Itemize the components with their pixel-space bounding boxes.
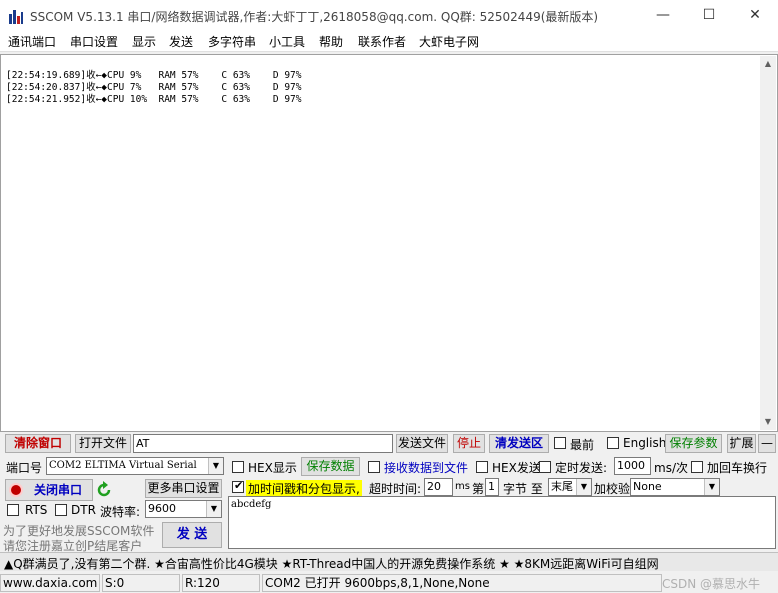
receive-area[interactable]: [22:54:19.689]收←◆CPU 9% RAM 57% C 63% D … bbox=[0, 54, 778, 432]
close-port-button[interactable]: 关闭串口 bbox=[5, 479, 93, 501]
byte-suffix: 字节 至 bbox=[503, 482, 543, 496]
checksum-select[interactable]: None ▼ bbox=[630, 478, 720, 496]
byte-prefix: 第 bbox=[472, 482, 485, 496]
menu-contact-author[interactable]: 联系作者 bbox=[358, 33, 406, 50]
english-checkbox[interactable] bbox=[607, 437, 619, 449]
chevron-down-icon: ▼ bbox=[206, 501, 221, 517]
close-port-label: 关闭串口 bbox=[33, 483, 82, 497]
expand-button[interactable]: 扩展 bbox=[727, 434, 756, 453]
send-input[interactable]: abcdefg bbox=[228, 496, 776, 549]
menu-comm-port[interactable]: 通讯端口 bbox=[8, 33, 56, 50]
file-path-input[interactable]: AT bbox=[133, 434, 393, 453]
chevron-down-icon: ▼ bbox=[704, 479, 719, 495]
menu-serial-settings[interactable]: 串口设置 bbox=[70, 33, 118, 50]
scroll-up-icon[interactable]: ▲ bbox=[760, 56, 776, 72]
checksum-label: 加校验 bbox=[594, 482, 631, 496]
clear-send-button[interactable]: 清发送区 bbox=[489, 434, 549, 453]
port-select-value: COM2 ELTIMA Virtual Serial bbox=[49, 460, 197, 471]
timeout-input[interactable]: 20 bbox=[424, 478, 453, 496]
dtr-checkbox[interactable] bbox=[55, 504, 67, 516]
menu-multi-string[interactable]: 多字符串 bbox=[208, 33, 256, 50]
more-settings-button[interactable]: 更多串口设置 bbox=[145, 479, 222, 498]
end-select-value: 末尾 bbox=[551, 480, 573, 493]
dtr-label: DTR bbox=[71, 503, 96, 517]
port-status-icon bbox=[9, 483, 23, 497]
hex-display-checkbox[interactable] bbox=[232, 461, 244, 473]
chevron-down-icon: ▼ bbox=[576, 479, 591, 495]
hex-display-label: HEX显示 bbox=[248, 461, 297, 475]
send-button[interactable]: 发 送 bbox=[162, 522, 222, 548]
status-bar: www.daxia.com S:0 R:120 COM2 已打开 9600bps… bbox=[0, 573, 778, 593]
baud-label: 波特率: bbox=[100, 505, 141, 519]
send-text: abcdefg bbox=[231, 499, 272, 510]
timestamp-label: 加时间戳和分包显示, bbox=[246, 480, 362, 497]
menu-help[interactable]: 帮助 bbox=[319, 33, 343, 50]
app-icon bbox=[9, 10, 23, 24]
clear-window-button[interactable]: 清除窗口 bbox=[5, 434, 71, 453]
receive-line: [22:54:21.952]收←◆CPU 10% RAM 57% C 63% D… bbox=[6, 94, 302, 105]
chevron-down-icon: ▼ bbox=[208, 458, 223, 474]
promo-marquee: ▲Q群满员了,没有第二个群. ★合宙高性价比4G模块 ★RT-Thread中国人… bbox=[0, 552, 778, 571]
send-file-button[interactable]: 发送文件 bbox=[396, 434, 448, 453]
promo-marquee-text: ▲Q群满员了,没有第二个群. ★合宙高性价比4G模块 ★RT-Thread中国人… bbox=[4, 557, 659, 571]
collapse-button[interactable]: — bbox=[758, 434, 776, 453]
recv-to-file-label: 接收数据到文件 bbox=[384, 461, 469, 475]
menu-tools[interactable]: 小工具 bbox=[269, 33, 305, 50]
title-bar: SSCOM V5.13.1 串口/网络数据调试器,作者:大虾丁丁,2618058… bbox=[0, 0, 778, 31]
timed-send-label: 定时发送: bbox=[555, 461, 608, 475]
menu-display[interactable]: 显示 bbox=[132, 33, 156, 50]
received-count: R:120 bbox=[182, 574, 260, 592]
interval-unit: ms/次 bbox=[654, 461, 688, 475]
checksum-select-value: None bbox=[633, 480, 662, 493]
port-status-text: COM2 已打开 9600bps,8,1,None,None bbox=[262, 574, 662, 592]
port-select[interactable]: COM2 ELTIMA Virtual Serial ▼ bbox=[46, 457, 224, 475]
menu-daxia-site[interactable]: 大虾电子网 bbox=[419, 33, 479, 50]
timestamp-checkbox[interactable]: ✔ bbox=[232, 479, 244, 493]
watermark: CSDN @慕思水牛 bbox=[662, 577, 761, 591]
english-label: English bbox=[623, 436, 667, 450]
byte-start-input[interactable]: 1 bbox=[485, 478, 499, 496]
sent-count: S:0 bbox=[102, 574, 180, 592]
check-icon: ✔ bbox=[234, 479, 244, 492]
close-button[interactable]: ✕ bbox=[732, 0, 778, 31]
rts-checkbox[interactable] bbox=[7, 504, 19, 516]
interval-input[interactable]: 1000 bbox=[614, 457, 651, 475]
end-select[interactable]: 末尾 ▼ bbox=[548, 478, 592, 496]
topmost-label: 最前 bbox=[570, 438, 595, 452]
receive-scrollbar[interactable]: ▲ ▼ bbox=[760, 56, 776, 430]
hex-send-label: HEX发送 bbox=[492, 461, 541, 475]
rts-label: RTS bbox=[25, 503, 48, 517]
hex-send-checkbox[interactable] bbox=[476, 461, 488, 473]
window-title: SSCOM V5.13.1 串口/网络数据调试器,作者:大虾丁丁,2618058… bbox=[30, 10, 599, 24]
timeout-unit: ms bbox=[455, 481, 470, 492]
timeout-label: 超时时间: bbox=[369, 482, 422, 496]
recv-to-file-checkbox[interactable] bbox=[368, 461, 380, 473]
minimize-button[interactable]: — bbox=[640, 0, 686, 31]
menu-send[interactable]: 发送 bbox=[169, 33, 193, 50]
add-crlf-label: 加回车换行 bbox=[707, 461, 768, 475]
save-params-button[interactable]: 保存参数 bbox=[665, 434, 722, 453]
scroll-down-icon[interactable]: ▼ bbox=[760, 414, 776, 430]
open-file-button[interactable]: 打开文件 bbox=[75, 434, 131, 453]
maximize-button[interactable]: ☐ bbox=[686, 0, 732, 31]
baud-select-value: 9600 bbox=[148, 502, 176, 515]
add-crlf-checkbox[interactable] bbox=[691, 461, 703, 473]
menu-bar: 通讯端口 串口设置 显示 发送 多字符串 小工具 帮助 联系作者 大虾电子网 bbox=[0, 31, 778, 52]
timed-send-checkbox[interactable] bbox=[539, 461, 551, 473]
refresh-icon[interactable] bbox=[96, 481, 112, 499]
topmost-checkbox[interactable] bbox=[554, 437, 566, 449]
stop-button[interactable]: 停止 bbox=[453, 434, 485, 453]
website-link[interactable]: www.daxia.com bbox=[0, 574, 100, 592]
port-label: 端口号 bbox=[6, 461, 43, 475]
save-data-button[interactable]: 保存数据 bbox=[301, 457, 360, 476]
baud-select[interactable]: 9600 ▼ bbox=[145, 500, 222, 518]
